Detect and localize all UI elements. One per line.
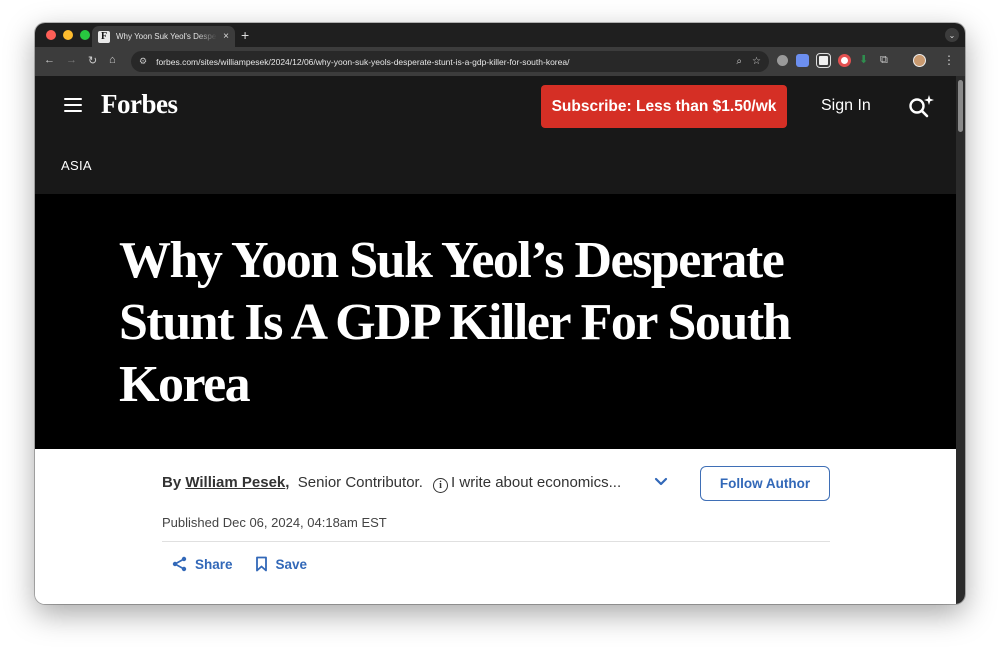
new-tab-button[interactable]: + [241,27,249,43]
share-label: Share [195,556,233,572]
bookmark-icon [255,556,267,572]
browser-toolbar: ← → ↻ ⌂ ⚙ forbes.com/sites/williampesek/… [35,47,965,76]
page-scrollbar[interactable] [956,76,965,604]
share-button[interactable]: Share [172,556,233,572]
hamburger-menu-icon[interactable] [64,98,82,112]
profile-avatar-icon[interactable] [913,54,926,67]
minimize-window-button[interactable] [63,30,73,40]
tab-title: Why Yoon Suk Yeol's Despera [116,32,218,41]
zoom-icon[interactable]: ⌕ [736,56,742,67]
article-headline: Why Yoon Suk Yeol’s Desperate Stunt Is A… [119,232,792,413]
share-icon [172,556,187,572]
extension-icon[interactable] [838,54,851,67]
extensions-bar: ⬇ ⧉ [777,53,926,68]
published-date: Published Dec 06, 2024, 04:18am EST [162,515,387,530]
chevron-down-icon[interactable] [653,476,669,488]
close-window-button[interactable] [46,30,56,40]
author-bio: I write about economics... [451,474,622,491]
site-header: Forbes Subscribe: Less than $1.50/wk Sig… [35,76,956,194]
save-button[interactable]: Save [255,556,308,572]
article-hero: Why Yoon Suk Yeol’s Desperate Stunt Is A… [35,194,956,449]
search-icon[interactable] [906,92,936,120]
extensions-puzzle-icon[interactable]: ⧉ [880,54,893,67]
forward-icon[interactable]: → [66,54,77,66]
browser-window: F Why Yoon Suk Yeol's Despera × + ⌄ ← → … [35,23,965,604]
byline: By William Pesek, Senior Contributor. iI… [162,466,830,506]
browser-tab[interactable]: F Why Yoon Suk Yeol's Despera × [92,26,235,47]
extension-icon[interactable] [796,54,809,67]
home-icon[interactable]: ⌂ [109,54,116,66]
window-controls [46,30,90,40]
menu-icon[interactable]: ⋮ [943,53,955,67]
info-icon[interactable]: i [433,478,449,493]
close-tab-icon[interactable]: × [223,31,229,42]
byline-text: By William Pesek, Senior Contributor. iI… [162,474,622,493]
sign-in-link[interactable]: Sign In [821,97,871,115]
tab-search-icon[interactable]: ⌄ [945,28,959,42]
bookmark-star-icon[interactable]: ☆ [752,56,761,67]
extension-icon[interactable]: ⬇ [859,54,872,67]
site-settings-icon[interactable]: ⚙ [139,56,147,67]
subscribe-button[interactable]: Subscribe: Less than $1.50/wk [541,85,787,128]
url-text[interactable]: forbes.com/sites/williampesek/2024/12/06… [156,57,726,67]
extension-icon[interactable] [777,55,788,66]
forbes-favicon-icon: F [98,30,110,43]
author-role: Senior Contributor. [297,474,423,491]
back-icon[interactable]: ← [44,54,55,66]
web-page: Forbes Subscribe: Less than $1.50/wk Sig… [35,76,956,604]
section-label[interactable]: ASIA [61,158,92,173]
save-label: Save [275,556,308,572]
address-bar[interactable]: ⚙ forbes.com/sites/williampesek/2024/12/… [131,51,769,72]
divider [162,541,830,542]
forbes-logo[interactable]: Forbes [101,89,178,120]
article-actions: Share Save [172,556,307,572]
tab-strip: F Why Yoon Suk Yeol's Despera × + ⌄ [35,23,965,47]
follow-author-button[interactable]: Follow Author [700,466,830,501]
scrollbar-thumb[interactable] [958,80,963,132]
author-link[interactable]: William Pesek [185,474,285,491]
by-prefix: By [162,474,182,491]
extension-icon[interactable] [816,53,831,68]
reload-icon[interactable]: ↻ [88,54,97,67]
maximize-window-button[interactable] [80,30,90,40]
